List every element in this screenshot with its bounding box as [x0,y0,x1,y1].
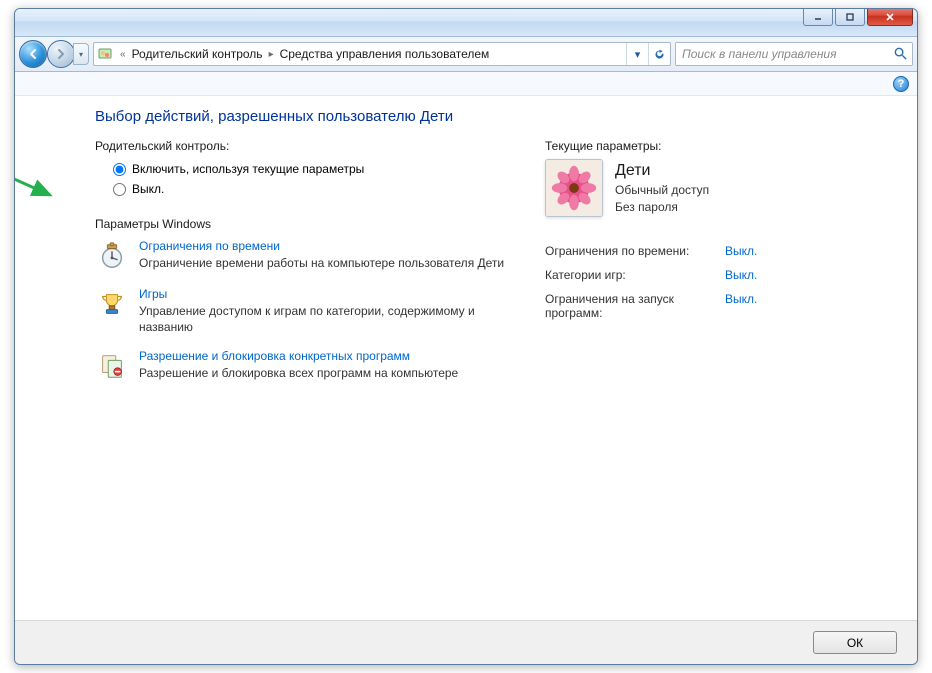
desc-time-limits: Ограничение времени работы на компьютере… [139,255,504,271]
ok-button[interactable]: ОК [813,631,897,654]
nav-history-dropdown[interactable]: ▾ [73,43,89,65]
status-link-time[interactable]: Выкл. [725,244,757,258]
status-key: Категории игр: [545,268,725,282]
radio-enable[interactable]: Включить, используя текущие параметры [113,159,515,179]
radio-enable-label: Включить, используя текущие параметры [132,162,364,176]
programs-icon [95,349,129,383]
windows-settings-label: Параметры Windows [95,217,515,231]
current-settings-label: Текущие параметры: [545,139,845,153]
content-area: Выбор действий, разрешенных пользователю… [15,96,917,620]
user-meta: Дети Обычный доступ Без пароля [615,160,709,216]
minimize-button[interactable] [803,8,833,26]
refresh-button[interactable] [648,43,670,65]
breadcrumb-user-controls[interactable]: Средства управления пользователем [278,47,492,61]
back-button[interactable] [19,40,47,68]
link-games[interactable]: Игры [139,287,515,301]
breadcrumb-parental-control[interactable]: Родительский контроль [130,47,265,61]
status-key: Ограничения по времени: [545,244,725,258]
breadcrumb-overflow[interactable]: « [120,49,126,60]
toolbar: ? [15,72,917,96]
clock-icon [95,239,129,273]
help-icon[interactable]: ? [893,76,909,92]
user-box: Дети Обычный доступ Без пароля [545,159,845,217]
search-icon [893,46,908,66]
forward-button[interactable] [47,40,75,68]
status-row-games: Категории игр: Выкл. [545,263,845,287]
status-row-programs: Ограничения на запуск программ: Выкл. [545,287,845,325]
navbar: ▾ « Родительский контроль ▸ Средства упр… [15,37,917,72]
maximize-button[interactable] [835,8,865,26]
desc-games: Управление доступом к играм по категории… [139,303,515,335]
user-password: Без пароля [615,199,709,216]
user-name: Дети [615,160,709,182]
status-link-programs[interactable]: Выкл. [725,292,757,320]
nav-arrows: ▾ [19,40,89,68]
address-dropdown[interactable]: ▾ [626,43,648,65]
radio-disable-label: Выкл. [132,182,164,196]
status-key: Ограничения на запуск программ: [545,292,725,320]
status-row-time: Ограничения по времени: Выкл. [545,239,845,263]
avatar [545,159,603,217]
user-access: Обычный доступ [615,182,709,199]
radio-disable[interactable]: Выкл. [113,179,515,199]
chevron-right-icon: ▸ [269,49,274,60]
status-link-games[interactable]: Выкл. [725,268,757,282]
parental-control-label: Родительский контроль: [95,139,515,153]
left-column: Родительский контроль: Включить, использ… [95,139,515,397]
trophy-icon [95,287,129,321]
close-button[interactable] [867,8,913,26]
desc-programs: Разрешение и блокировка всех программ на… [139,365,458,381]
search-input[interactable] [676,43,912,65]
control-panel-window: ▾ « Родительский контроль ▸ Средства упр… [14,8,918,665]
link-time-limits[interactable]: Ограничения по времени [139,239,504,253]
radio-enable-input[interactable] [113,163,126,176]
window-controls [801,8,913,26]
annotation-arrow [15,151,65,211]
titlebar [15,9,917,37]
right-column: Текущие параметры: Дети Обычный [545,139,845,397]
footer: ОК [15,620,917,664]
setting-programs: Разрешение и блокировка конкретных прогр… [95,349,515,383]
address-bar[interactable]: « Родительский контроль ▸ Средства управ… [93,42,671,66]
status-table: Ограничения по времени: Выкл. Категории … [545,239,845,325]
page-title: Выбор действий, разрешенных пользователю… [95,108,887,125]
link-programs[interactable]: Разрешение и блокировка конкретных прогр… [139,349,458,363]
setting-games: Игры Управление доступом к играм по кате… [95,287,515,335]
radio-disable-input[interactable] [113,183,126,196]
setting-time-limits: Ограничения по времени Ограничение време… [95,239,515,273]
location-icon [96,46,114,62]
search-box[interactable] [675,42,913,66]
